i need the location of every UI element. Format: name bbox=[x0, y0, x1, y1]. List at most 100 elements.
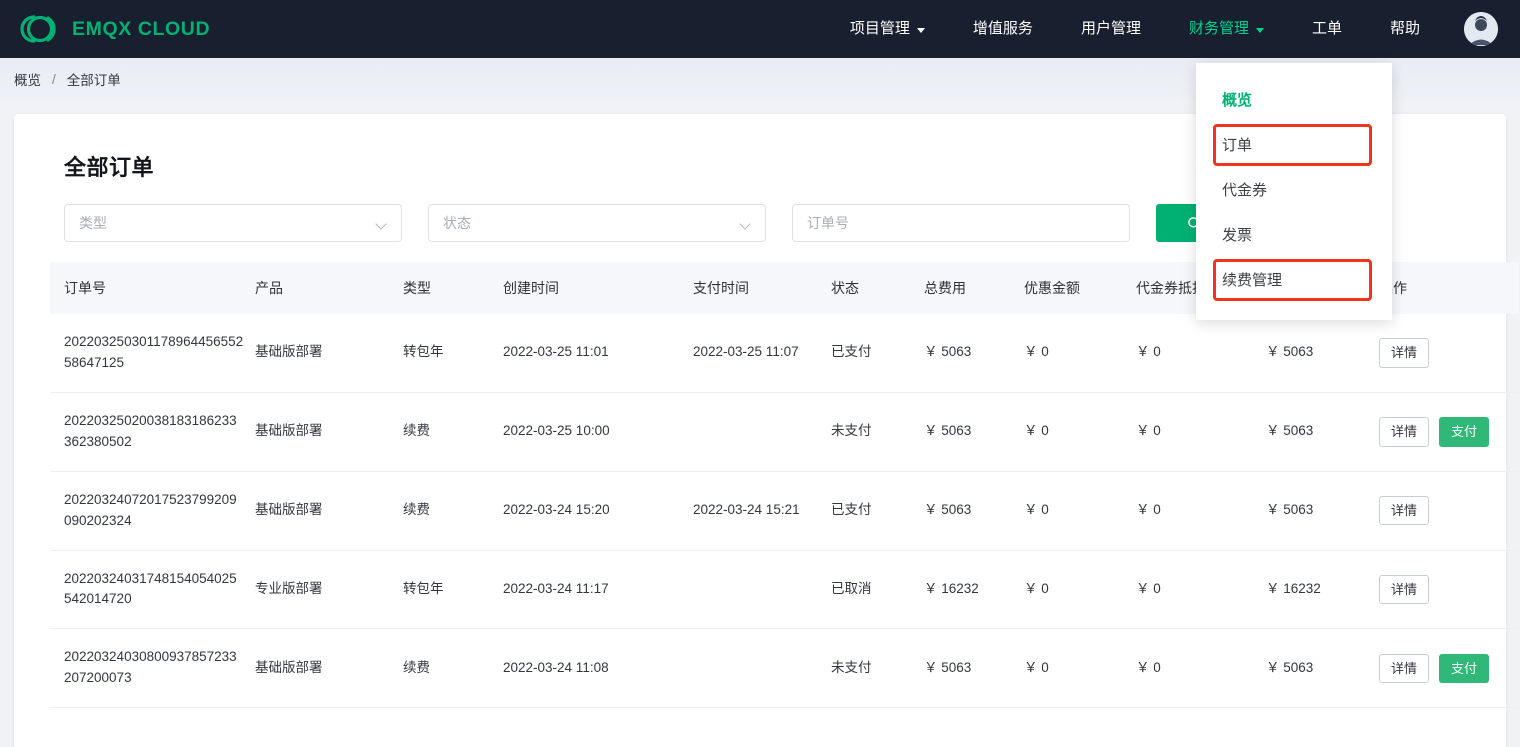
nav-items: 项目管理 增值服务 用户管理 财务管理 工单 帮助 bbox=[826, 0, 1498, 58]
cell-product: 基础版部署 bbox=[255, 392, 403, 471]
row-actions: 详情 bbox=[1379, 575, 1511, 605]
cell-type: 转包年 bbox=[403, 550, 503, 629]
column-header-total: 总费用 bbox=[924, 262, 1024, 314]
order-no-text: 20220325030117896445655258647125 bbox=[64, 332, 244, 374]
cell-created-at: 2022-03-24 11:08 bbox=[503, 629, 693, 708]
brand-logo[interactable]: EMQX CLOUD bbox=[18, 14, 210, 44]
nav-item-value-added-services[interactable]: 增值服务 bbox=[949, 0, 1057, 58]
cell-order-no: 20220324072017523799209090202324 bbox=[50, 471, 255, 550]
cell-actions: 详情支付 bbox=[1379, 392, 1519, 471]
dropdown-item-vouchers[interactable]: 代金券 bbox=[1196, 167, 1392, 212]
dropdown-item-label: 续费管理 bbox=[1222, 272, 1282, 289]
breadcrumb-current: 全部订单 bbox=[67, 69, 121, 89]
dropdown-item-label: 订单 bbox=[1222, 137, 1252, 154]
cell-actions: 详情支付 bbox=[1379, 629, 1519, 708]
dropdown-item-orders[interactable]: 订单 bbox=[1196, 122, 1392, 167]
cell-actions: 详情 bbox=[1379, 314, 1519, 392]
breadcrumb-parent[interactable]: 概览 bbox=[14, 69, 41, 89]
order-no-text: 20220324072017523799209090202324 bbox=[64, 490, 244, 532]
detail-button[interactable]: 详情 bbox=[1379, 496, 1429, 526]
cell-type: 转包年 bbox=[403, 314, 503, 392]
cell-product: 基础版部署 bbox=[255, 629, 403, 708]
order-no-text: 20220324030800937857233207200073 bbox=[64, 647, 244, 689]
cell-order-no: 20220324030800937857233207200073 bbox=[50, 629, 255, 708]
detail-button[interactable]: 详情 bbox=[1379, 654, 1429, 684]
cell-status: 已取消 bbox=[831, 550, 924, 629]
table-row: 20220324031748154054025542014720 专业版部署转包年… bbox=[50, 550, 1519, 629]
nav-item-label: 财务管理 bbox=[1189, 0, 1249, 58]
cell-status: 已支付 bbox=[831, 471, 924, 550]
cell-discount: ￥ 0 bbox=[1024, 550, 1136, 629]
cell-voucher: ￥ 0 bbox=[1136, 550, 1266, 629]
cell-discount: ￥ 0 bbox=[1024, 314, 1136, 392]
table-row: 20220325020038183186233362380502基础版部署续费2… bbox=[50, 392, 1519, 471]
cell-paid: ￥ 5063 bbox=[1266, 314, 1379, 392]
top-navigation-bar: EMQX CLOUD 项目管理 增值服务 用户管理 财务管理 工单 帮助 bbox=[0, 0, 1520, 58]
detail-button[interactable]: 详情 bbox=[1379, 575, 1429, 605]
cell-total: ￥ 5063 bbox=[924, 314, 1024, 392]
cell-total: ￥ 5063 bbox=[924, 471, 1024, 550]
nav-item-user-management[interactable]: 用户管理 bbox=[1057, 0, 1165, 58]
cell-paid-at: 2022-03-24 15:21 bbox=[693, 471, 831, 550]
cell-total: ￥ 16232 bbox=[924, 550, 1024, 629]
cell-voucher: ￥ 0 bbox=[1136, 392, 1266, 471]
cell-status: 已支付 bbox=[831, 314, 924, 392]
cell-discount: ￥ 0 bbox=[1024, 392, 1136, 471]
cell-paid-at bbox=[693, 550, 831, 629]
row-actions: 详情支付 bbox=[1379, 654, 1511, 684]
cell-paid-at bbox=[693, 392, 831, 471]
order-no-search-input[interactable] bbox=[792, 204, 1130, 242]
cell-order-no: 20220325020038183186233362380502 bbox=[50, 392, 255, 471]
cell-product: 专业版部署 bbox=[255, 550, 403, 629]
cell-paid: ￥ 5063 bbox=[1266, 392, 1379, 471]
cell-created-at: 2022-03-24 11:17 bbox=[503, 550, 693, 629]
nav-item-label: 工单 bbox=[1312, 0, 1342, 58]
chevron-down-icon bbox=[1256, 28, 1264, 33]
column-header-order-no: 订单号 bbox=[50, 262, 255, 314]
detail-button[interactable]: 详情 bbox=[1379, 417, 1429, 447]
brand-name: EMQX CLOUD bbox=[72, 18, 210, 41]
pay-button[interactable]: 支付 bbox=[1439, 417, 1489, 447]
cell-created-at: 2022-03-25 11:01 bbox=[503, 314, 693, 392]
status-filter-select[interactable]: 状态 bbox=[428, 204, 766, 242]
column-header-discount: 优惠金额 bbox=[1024, 262, 1136, 314]
cell-actions: 详情 bbox=[1379, 471, 1519, 550]
chevron-down-icon bbox=[917, 28, 925, 33]
chevron-down-icon bbox=[740, 220, 751, 227]
cell-created-at: 2022-03-25 10:00 bbox=[503, 392, 693, 471]
cell-actions: 详情 bbox=[1379, 550, 1519, 629]
table-row: 20220324030800937857233207200073基础版部署续费2… bbox=[50, 629, 1519, 708]
table-row: 20220325030117896445655258647125 基础版部署转包年… bbox=[50, 314, 1519, 392]
type-filter-select[interactable]: 类型 bbox=[64, 204, 402, 242]
order-no-text: 20220324031748154054025542014720 bbox=[64, 569, 244, 611]
nav-item-projects[interactable]: 项目管理 bbox=[826, 0, 949, 58]
detail-button[interactable]: 详情 bbox=[1379, 338, 1429, 368]
nav-item-tickets[interactable]: 工单 bbox=[1288, 0, 1366, 58]
cell-product: 基础版部署 bbox=[255, 314, 403, 392]
dropdown-item-label: 代金券 bbox=[1222, 182, 1267, 199]
nav-item-help[interactable]: 帮助 bbox=[1366, 0, 1444, 58]
cell-paid: ￥ 16232 bbox=[1266, 550, 1379, 629]
column-header-product: 产品 bbox=[255, 262, 403, 314]
dropdown-item-invoices[interactable]: 发票 bbox=[1196, 212, 1392, 257]
cell-voucher: ￥ 0 bbox=[1136, 314, 1266, 392]
cell-status: 未支付 bbox=[831, 629, 924, 708]
cell-order-no: 20220324031748154054025542014720 bbox=[50, 550, 255, 629]
cell-discount: ￥ 0 bbox=[1024, 471, 1136, 550]
chevron-down-icon bbox=[376, 220, 387, 227]
avatar[interactable] bbox=[1464, 12, 1498, 46]
cell-type: 续费 bbox=[403, 471, 503, 550]
cell-voucher: ￥ 0 bbox=[1136, 629, 1266, 708]
finance-dropdown-menu: 概览 订单 代金券 发票 续费管理 bbox=[1196, 63, 1392, 320]
status-filter-placeholder: 状态 bbox=[443, 213, 740, 233]
dropdown-item-overview[interactable]: 概览 bbox=[1196, 77, 1392, 122]
cell-type: 续费 bbox=[403, 392, 503, 471]
cell-order-no: 20220325030117896445655258647125 bbox=[50, 314, 255, 392]
pay-button[interactable]: 支付 bbox=[1439, 654, 1489, 684]
emqx-circles-logo-icon bbox=[18, 14, 58, 44]
column-header-created-at: 创建时间 bbox=[503, 262, 693, 314]
cell-discount: ￥ 0 bbox=[1024, 629, 1136, 708]
nav-item-finance-management[interactable]: 财务管理 bbox=[1165, 0, 1288, 58]
cell-voucher: ￥ 0 bbox=[1136, 471, 1266, 550]
dropdown-item-renewal-management[interactable]: 续费管理 bbox=[1196, 257, 1392, 302]
